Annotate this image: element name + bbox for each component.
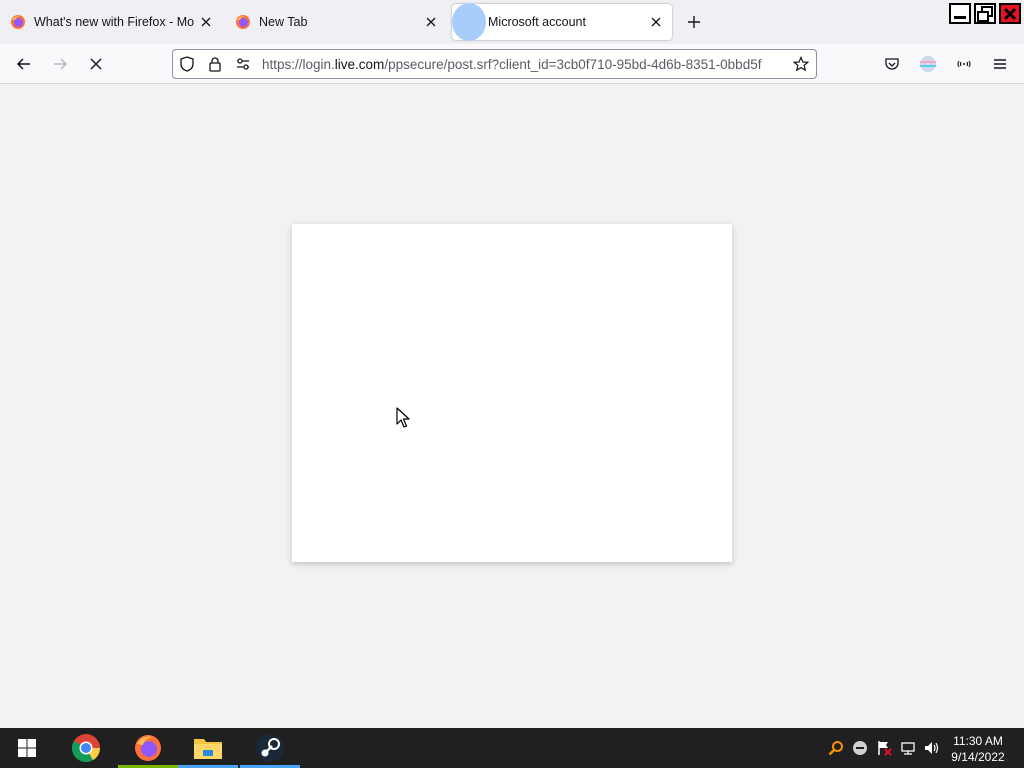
back-button[interactable] <box>12 52 36 76</box>
action-center-flag-icon[interactable] <box>876 740 892 756</box>
tab-strip: What's new with Firefox - More New Tab M… <box>0 0 1024 44</box>
taskbar-file-explorer[interactable] <box>178 728 238 768</box>
star-icon[interactable] <box>793 56 809 72</box>
tab-title: What's new with Firefox - More <box>34 15 194 29</box>
account-button[interactable] <box>916 52 940 76</box>
start-button[interactable] <box>0 728 54 768</box>
taskbar: 11:30 AM 9/14/2022 <box>0 728 1024 768</box>
menu-button[interactable] <box>988 52 1012 76</box>
close-icon[interactable] <box>648 14 664 30</box>
login-card-loading <box>292 224 732 562</box>
firefox-icon <box>10 14 26 30</box>
tab-new-tab[interactable]: New Tab <box>227 4 447 40</box>
close-icon[interactable] <box>198 14 214 30</box>
system-clock[interactable]: 11:30 AM 9/14/2022 <box>944 733 1012 765</box>
volume-icon[interactable] <box>924 740 940 756</box>
permissions-icon[interactable] <box>235 56 251 72</box>
close-window-button[interactable] <box>999 3 1021 24</box>
forward-arrow-icon <box>54 58 68 70</box>
restore-button[interactable] <box>974 3 996 24</box>
start-icon <box>18 739 36 757</box>
extensions-icon <box>957 60 971 68</box>
forward-button[interactable] <box>48 52 72 76</box>
hamburger-menu-icon <box>994 59 1006 69</box>
account-icon <box>920 56 936 72</box>
chrome-icon <box>72 734 100 762</box>
stop-button[interactable] <box>84 52 108 76</box>
url-prefix: https://login. <box>262 57 335 72</box>
minimize-button[interactable] <box>949 3 971 24</box>
steam-icon <box>256 734 284 762</box>
page-content <box>0 85 1024 728</box>
pocket-icon <box>885 58 899 70</box>
new-tab-button[interactable] <box>683 11 705 33</box>
navigation-toolbar: https://login.live.com/ppsecure/post.srf… <box>0 44 1024 84</box>
back-arrow-icon <box>16 58 30 70</box>
taskbar-chrome[interactable] <box>56 728 116 768</box>
url-path: /ppsecure/post.srf?client_id=3cb0f710-95… <box>384 57 762 72</box>
file-explorer-icon <box>194 739 222 759</box>
minimize-icon <box>954 15 966 19</box>
clock-date: 9/14/2022 <box>951 750 1005 764</box>
mouse-cursor-icon <box>396 407 410 428</box>
firefox-icon <box>235 14 251 30</box>
close-icon[interactable] <box>423 14 439 30</box>
stop-icon <box>90 58 102 70</box>
url-host: live.com <box>334 57 385 72</box>
url-text[interactable]: https://login.live.com/ppsecure/post.srf… <box>262 57 782 72</box>
extensions-button[interactable] <box>952 52 976 76</box>
url-bar[interactable]: https://login.live.com/ppsecure/post.srf… <box>172 49 817 79</box>
restore-icon <box>977 5 993 22</box>
lock-icon[interactable] <box>207 56 223 72</box>
close-icon <box>1003 7 1017 20</box>
plus-icon <box>688 16 700 28</box>
taskbar-steam[interactable] <box>240 728 300 768</box>
search-icon[interactable] <box>828 740 844 756</box>
firefox-icon <box>135 735 161 761</box>
tab-whats-new[interactable]: What's new with Firefox - More <box>2 4 222 40</box>
tab-title: Microsoft account <box>488 15 586 29</box>
shield-icon[interactable] <box>179 56 195 72</box>
pocket-button[interactable] <box>880 52 904 76</box>
tab-title: New Tab <box>259 15 308 29</box>
network-icon[interactable] <box>900 740 916 756</box>
tab-loading-indicator <box>452 3 486 41</box>
clock-time: 11:30 AM <box>953 734 1003 748</box>
taskbar-firefox[interactable] <box>118 728 178 768</box>
status-icon[interactable] <box>852 740 868 756</box>
